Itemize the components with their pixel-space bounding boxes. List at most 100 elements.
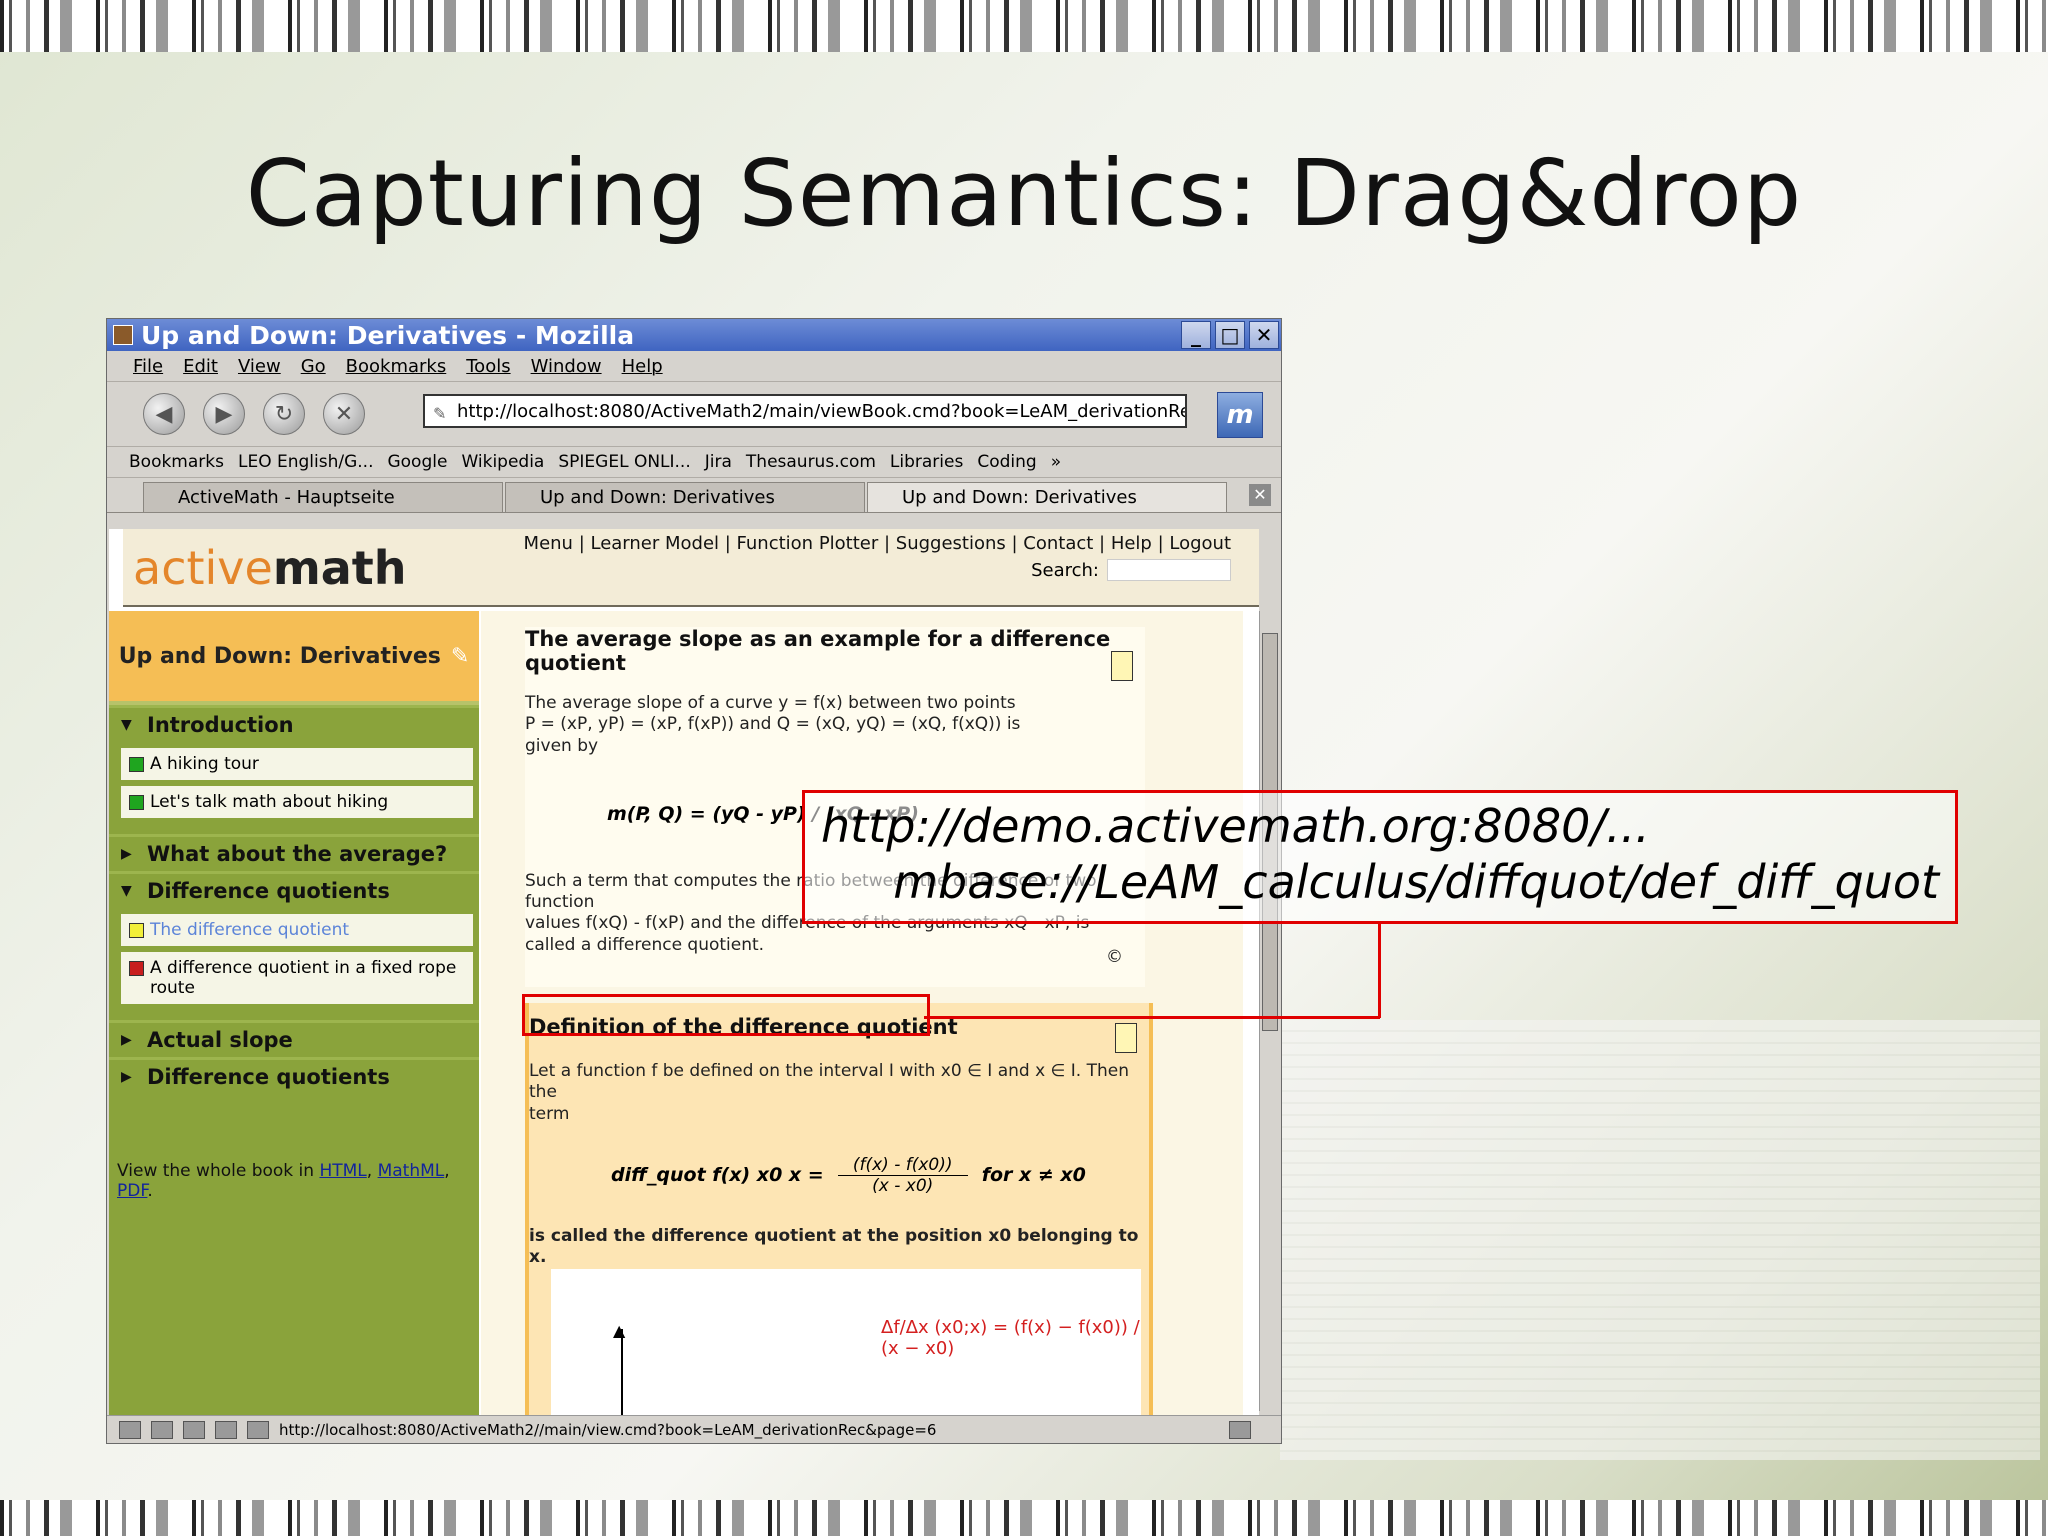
more-bookmarks-chevron-icon[interactable]: » — [1051, 452, 1061, 472]
callout-mbase-uri: mbase://LeAM_calculus/diffquot/def_diff_… — [893, 855, 1939, 909]
tab-derivatives-2[interactable]: Up and Down: Derivatives — [867, 482, 1227, 512]
mail-icon[interactable] — [151, 1420, 173, 1439]
maximize-button[interactable]: □ — [1215, 321, 1245, 349]
background-papers — [1280, 1020, 2040, 1460]
image-formula: Δf/Δx (x0;x) = (f(x) − f(x0)) / (x − x0) — [881, 1317, 1140, 1359]
activemath-header: activemath Menu | Learner Model | Functi… — [123, 529, 1259, 607]
search-input[interactable] — [1107, 559, 1231, 581]
bookmark-folder-coding[interactable]: Coding — [977, 452, 1036, 472]
status-bar: http://localhost:8080/ActiveMath2//main/… — [107, 1415, 1281, 1443]
bookmark-spiegel[interactable]: SPIEGEL ONLI... — [558, 452, 690, 472]
page-difference-quotient[interactable]: The difference quotient — [121, 914, 473, 946]
export-mathml-link[interactable]: MathML — [378, 1161, 445, 1181]
highlight-definition-title — [522, 994, 930, 1036]
bookmarks-toolbar: Bookmarks LEO English/G... Google Wikipe… — [107, 447, 1281, 478]
tab-activemath-home[interactable]: ActiveMath - Hauptseite — [143, 482, 503, 512]
collapsed-triangle-icon: ▶ — [121, 1069, 132, 1085]
section-introduction[interactable]: ▼ Introduction — [109, 705, 479, 742]
tab-bar: ActiveMath - Hauptseite Up and Down: Der… — [107, 478, 1281, 513]
note-icon[interactable] — [1115, 1023, 1137, 1053]
mozilla-icon — [113, 325, 133, 345]
window-titlebar[interactable]: Up and Down: Derivatives - Mozilla _ □ ✕ — [107, 319, 1281, 351]
status-square-icon — [129, 961, 144, 976]
page-icon: ✎ — [433, 404, 447, 423]
page-fixed-rope-route[interactable]: A difference quotient in a fixed rope ro… — [121, 952, 473, 1004]
menu-file[interactable]: File — [133, 356, 163, 377]
bookmark-wikipedia[interactable]: Wikipedia — [461, 452, 544, 472]
export-pdf-link[interactable]: PDF — [117, 1181, 147, 1201]
page-hiking-tour[interactable]: A hiking tour — [121, 748, 473, 780]
menu-edit[interactable]: Edit — [183, 356, 218, 377]
minimize-button[interactable]: _ — [1181, 321, 1211, 349]
wand-icon: ✎ — [450, 643, 470, 669]
expanded-triangle-icon: ▼ — [121, 717, 132, 733]
connector-line — [1378, 924, 1381, 1018]
forward-arrow-icon: ▶ — [215, 401, 233, 427]
item-title: The average slope as an example for a di… — [525, 627, 1111, 675]
section-difference-quotients-2[interactable]: ▶ Difference quotients — [109, 1057, 479, 1094]
book-sidebar: Up and Down: Derivatives ✎ ▼ Introduction… — [109, 611, 479, 1415]
uri-callout: http://demo.activemath.org:8080/... mbas… — [802, 790, 1958, 924]
status-square-icon — [129, 757, 144, 772]
bookmark-jira[interactable]: Jira — [705, 452, 732, 472]
close-window-button[interactable]: ✕ — [1249, 321, 1279, 349]
url-text: http://localhost:8080/ActiveMath2/main/v… — [457, 400, 1187, 422]
diagram-image: ▲ Δf/Δx (x0;x) = (f(x) − f(x0)) / (x − x… — [551, 1269, 1141, 1415]
bookmark-leo[interactable]: LEO English/G... — [238, 452, 374, 472]
status-square-icon — [129, 795, 144, 810]
page-talk-math[interactable]: Let's talk math about hiking — [121, 786, 473, 818]
address-book-icon[interactable] — [247, 1420, 269, 1439]
back-button[interactable]: ◀ — [143, 393, 185, 435]
search-area: Search: — [1031, 559, 1231, 581]
section-actual-slope[interactable]: ▶ Actual slope — [109, 1020, 479, 1057]
section-difference-quotients[interactable]: ▼ Difference quotients — [109, 871, 479, 908]
web-page: activemath Menu | Learner Model | Functi… — [109, 529, 1259, 1415]
activemath-logo: activemath — [133, 541, 407, 595]
connector-line — [924, 1016, 1380, 1019]
activemath-nav-links[interactable]: Menu | Learner Model | Function Plotter … — [524, 533, 1231, 554]
decorative-stripe-bottom — [0, 1500, 2048, 1536]
menu-tools[interactable]: Tools — [466, 356, 510, 377]
item-definition: Definition of the difference quotient Le… — [525, 1003, 1153, 1415]
url-field[interactable]: ✎ http://localhost:8080/ActiveMath2/main… — [423, 394, 1187, 428]
navigator-icon[interactable] — [119, 1420, 141, 1439]
reload-button[interactable]: ↻ — [263, 393, 305, 435]
bookmark-google[interactable]: Google — [387, 452, 447, 472]
vertical-scrollbar[interactable] — [1259, 611, 1280, 1411]
mozilla-throbber-icon[interactable]: m — [1217, 392, 1263, 438]
menu-go[interactable]: Go — [301, 356, 326, 377]
expanded-triangle-icon: ▼ — [121, 883, 132, 899]
definition-formula: diff_quot f(x) x0 x = (f(x) - f(x0)) (x … — [611, 1154, 1086, 1196]
note-icon[interactable] — [1111, 651, 1133, 681]
callout-url: http://demo.activemath.org:8080/... — [821, 799, 1650, 853]
close-tab-button[interactable]: ✕ — [1249, 484, 1271, 506]
lock-icon — [1229, 1420, 1251, 1439]
composer-icon[interactable] — [215, 1420, 237, 1439]
collapsed-triangle-icon: ▶ — [121, 1032, 132, 1048]
back-arrow-icon: ◀ — [155, 401, 173, 427]
menu-view[interactable]: View — [238, 356, 281, 377]
menu-help[interactable]: Help — [622, 356, 663, 377]
stop-button[interactable]: ✕ — [323, 393, 365, 435]
collapsed-triangle-icon: ▶ — [121, 846, 132, 862]
chat-icon[interactable] — [183, 1420, 205, 1439]
bookmark-thesaurus[interactable]: Thesaurus.com — [746, 452, 876, 472]
axis-arrow-icon: ▲ — [613, 1321, 626, 1340]
reload-icon: ↻ — [274, 401, 294, 427]
copyright-icon[interactable]: © — [1106, 947, 1123, 968]
section-average[interactable]: ▶ What about the average? — [109, 834, 479, 871]
tab-derivatives-1[interactable]: Up and Down: Derivatives — [505, 482, 865, 512]
status-square-icon — [129, 923, 144, 938]
bookmark-folder-libraries[interactable]: Libraries — [890, 452, 963, 472]
navigation-toolbar: ◀ ▶ ↻ ✕ ✎ http://localhost:8080/ActiveMa… — [107, 382, 1281, 447]
menu-bookmarks[interactable]: Bookmarks — [346, 356, 447, 377]
bookmark-folder-bookmarks[interactable]: Bookmarks — [129, 452, 224, 472]
decorative-stripe-top — [0, 0, 2048, 52]
menu-window[interactable]: Window — [531, 356, 602, 377]
book-title[interactable]: Up and Down: Derivatives ✎ — [109, 611, 479, 705]
export-html-link[interactable]: HTML — [319, 1161, 366, 1181]
window-title: Up and Down: Derivatives - Mozilla — [141, 320, 635, 350]
stop-icon: ✕ — [334, 401, 354, 427]
forward-button[interactable]: ▶ — [203, 393, 245, 435]
slide-title: Capturing Semantics: Drag&drop — [245, 140, 1803, 247]
